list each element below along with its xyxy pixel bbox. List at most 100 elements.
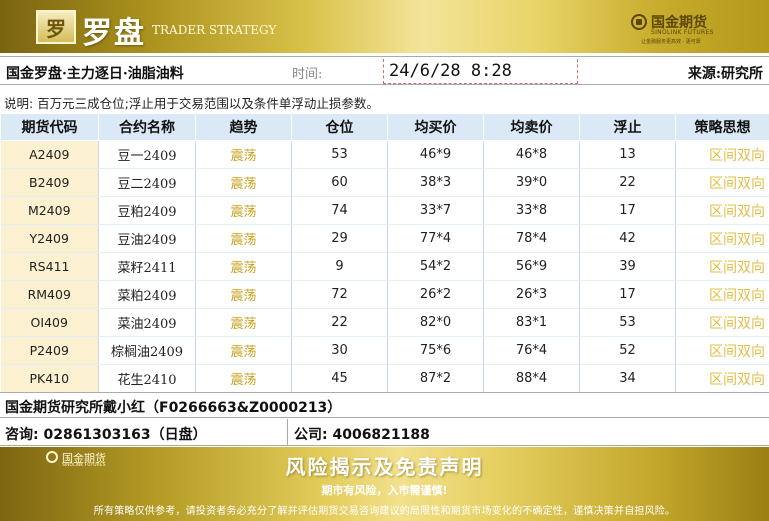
col-header-trend: 趋势 bbox=[195, 113, 292, 141]
cell-trend[interactable]: 震荡 bbox=[195, 336, 292, 365]
contact-row: 咨询: 02861303163（日盘） 公司: 4006821188 bbox=[0, 419, 769, 446]
cell-strategy[interactable]: 区间双向 bbox=[675, 140, 769, 169]
cell-trend[interactable]: 震荡 bbox=[195, 140, 292, 169]
cell-code[interactable]: M2409 bbox=[0, 196, 99, 225]
cell-stop[interactable]: 53 bbox=[579, 308, 676, 337]
col-header-stop: 浮止 bbox=[579, 113, 676, 141]
col-header-avg-buy: 均买价 bbox=[387, 113, 484, 141]
cell-strategy[interactable]: 区间双向 bbox=[675, 252, 769, 281]
disclaimer-title: 风险揭示及免责声明 bbox=[285, 455, 484, 479]
cell-contract-name[interactable]: 菜粕2409 bbox=[98, 280, 196, 309]
cell-trend[interactable]: 震荡 bbox=[195, 364, 292, 393]
cell-strategy[interactable]: 区间双向 bbox=[675, 308, 769, 337]
table-row: B2409 豆二2409 震荡 60 38*3 39*0 22 区间双向 bbox=[0, 168, 769, 197]
table-row: M2409 豆粕2409 震荡 74 33*7 33*8 17 区间双向 bbox=[0, 196, 769, 225]
cell-avg-sell[interactable]: 56*9 bbox=[483, 252, 580, 281]
cell-code[interactable]: P2409 bbox=[0, 336, 99, 365]
time-label: 时间: bbox=[292, 67, 323, 82]
cell-stop[interactable]: 13 bbox=[579, 140, 676, 169]
cell-contract-name[interactable]: 菜油2409 bbox=[98, 308, 196, 337]
cell-avg-buy[interactable]: 82*0 bbox=[387, 308, 484, 337]
cell-code[interactable]: A2409 bbox=[0, 140, 99, 169]
col-header-position: 仓位 bbox=[291, 113, 388, 141]
cell-contract-name[interactable]: 豆粕2409 bbox=[98, 196, 196, 225]
col-header-strategy: 策略思想 bbox=[675, 113, 769, 141]
cell-code[interactable]: OI409 bbox=[0, 308, 99, 337]
cell-position[interactable]: 30 bbox=[291, 336, 388, 365]
cell-avg-sell[interactable]: 33*8 bbox=[483, 196, 580, 225]
consult-phone: 咨询: 02861303163（日盘） bbox=[5, 427, 207, 443]
cell-trend[interactable]: 震荡 bbox=[195, 252, 292, 281]
cell-position[interactable]: 29 bbox=[291, 224, 388, 253]
cell-avg-buy[interactable]: 54*2 bbox=[387, 252, 484, 281]
cell-position[interactable]: 9 bbox=[291, 252, 388, 281]
table-row: OI409 菜油2409 震荡 22 82*0 83*1 53 区间双向 bbox=[0, 308, 769, 337]
cell-stop[interactable]: 22 bbox=[579, 168, 676, 197]
cell-strategy[interactable]: 区间双向 bbox=[675, 168, 769, 197]
cell-trend[interactable]: 震荡 bbox=[195, 308, 292, 337]
cell-position[interactable]: 72 bbox=[291, 280, 388, 309]
cell-stop[interactable]: 39 bbox=[579, 252, 676, 281]
cell-strategy[interactable]: 区间双向 bbox=[675, 224, 769, 253]
cell-avg-buy[interactable]: 38*3 bbox=[387, 168, 484, 197]
cell-contract-name[interactable]: 豆一2409 bbox=[98, 140, 196, 169]
cell-trend[interactable]: 震荡 bbox=[195, 280, 292, 309]
table-row: PK410 花生2410 震荡 45 87*2 88*4 34 区间双向 bbox=[0, 364, 769, 393]
col-header-avg-sell: 均卖价 bbox=[483, 113, 580, 141]
cell-stop[interactable]: 17 bbox=[579, 280, 676, 309]
cell-position[interactable]: 53 bbox=[291, 140, 388, 169]
disclaimer-warning: 期市有风险，入市需谨慎! bbox=[321, 484, 448, 497]
table-row: P2409 棕榈油2409 震荡 30 75*6 76*4 52 区间双向 bbox=[0, 336, 769, 365]
cell-strategy[interactable]: 区间双向 bbox=[675, 196, 769, 225]
cell-avg-sell[interactable]: 88*4 bbox=[483, 364, 580, 393]
compass-logo: 罗 bbox=[36, 10, 76, 44]
cell-code[interactable]: RM409 bbox=[0, 280, 99, 309]
cell-contract-name[interactable]: 豆油2409 bbox=[98, 224, 196, 253]
cell-code[interactable]: RS411 bbox=[0, 252, 99, 281]
cell-strategy[interactable]: 区间双向 bbox=[675, 364, 769, 393]
cell-avg-buy[interactable]: 77*4 bbox=[387, 224, 484, 253]
banner-subtitle: TRADER STRATEGY bbox=[152, 23, 277, 37]
cell-avg-sell[interactable]: 46*8 bbox=[483, 140, 580, 169]
cell-code[interactable]: B2409 bbox=[0, 168, 99, 197]
cell-trend[interactable]: 震荡 bbox=[195, 224, 292, 253]
cell-avg-buy[interactable]: 46*9 bbox=[387, 140, 484, 169]
time-cell[interactable]: 24/6/28 8:28 bbox=[383, 59, 578, 84]
time-value: 24/6/28 8:28 bbox=[389, 61, 512, 81]
cell-avg-sell[interactable]: 76*4 bbox=[483, 336, 580, 365]
banner-title: 罗盘 bbox=[82, 16, 146, 51]
cell-position[interactable]: 45 bbox=[291, 364, 388, 393]
cell-avg-buy[interactable]: 87*2 bbox=[387, 364, 484, 393]
cell-avg-sell[interactable]: 26*3 bbox=[483, 280, 580, 309]
cell-position[interactable]: 22 bbox=[291, 308, 388, 337]
cell-contract-name[interactable]: 花生2410 bbox=[98, 364, 196, 393]
table-row: Y2409 豆油2409 震荡 29 77*4 78*4 42 区间双向 bbox=[0, 224, 769, 253]
contact-divider bbox=[287, 419, 288, 445]
cell-avg-sell[interactable]: 78*4 bbox=[483, 224, 580, 253]
cell-strategy[interactable]: 区间双向 bbox=[675, 280, 769, 309]
cell-avg-buy[interactable]: 33*7 bbox=[387, 196, 484, 225]
cell-contract-name[interactable]: 豆二2409 bbox=[98, 168, 196, 197]
disclaimer-banner: 国金期货 SINOLINK FUTURES 风险揭示及免责声明 期市有风险，入市… bbox=[0, 447, 769, 521]
cell-stop[interactable]: 52 bbox=[579, 336, 676, 365]
brand-english-name: SINOLINK FUTURES bbox=[651, 29, 714, 36]
cell-position[interactable]: 60 bbox=[291, 168, 388, 197]
report-header: 国金罗盘·主力逐日·油脂油料 时间: 24/6/28 8:28 来源:研究所 bbox=[0, 56, 769, 85]
cell-position[interactable]: 74 bbox=[291, 196, 388, 225]
cell-contract-name[interactable]: 菜籽2411 bbox=[98, 252, 196, 281]
cell-trend[interactable]: 震荡 bbox=[195, 168, 292, 197]
cell-avg-sell[interactable]: 39*0 bbox=[483, 168, 580, 197]
table-header-row: 期货代码 合约名称 趋势 仓位 均买价 均卖价 浮止 策略思想 bbox=[0, 113, 769, 141]
cell-trend[interactable]: 震荡 bbox=[195, 196, 292, 225]
cell-contract-name[interactable]: 棕榈油2409 bbox=[98, 336, 196, 365]
cell-code[interactable]: PK410 bbox=[0, 364, 99, 393]
cell-code[interactable]: Y2409 bbox=[0, 224, 99, 253]
cell-avg-sell[interactable]: 83*1 bbox=[483, 308, 580, 337]
company-phone: 公司: 4006821188 bbox=[294, 427, 430, 443]
cell-stop[interactable]: 34 bbox=[579, 364, 676, 393]
cell-stop[interactable]: 42 bbox=[579, 224, 676, 253]
cell-avg-buy[interactable]: 75*6 bbox=[387, 336, 484, 365]
cell-avg-buy[interactable]: 26*2 bbox=[387, 280, 484, 309]
cell-stop[interactable]: 17 bbox=[579, 196, 676, 225]
cell-strategy[interactable]: 区间双向 bbox=[675, 336, 769, 365]
